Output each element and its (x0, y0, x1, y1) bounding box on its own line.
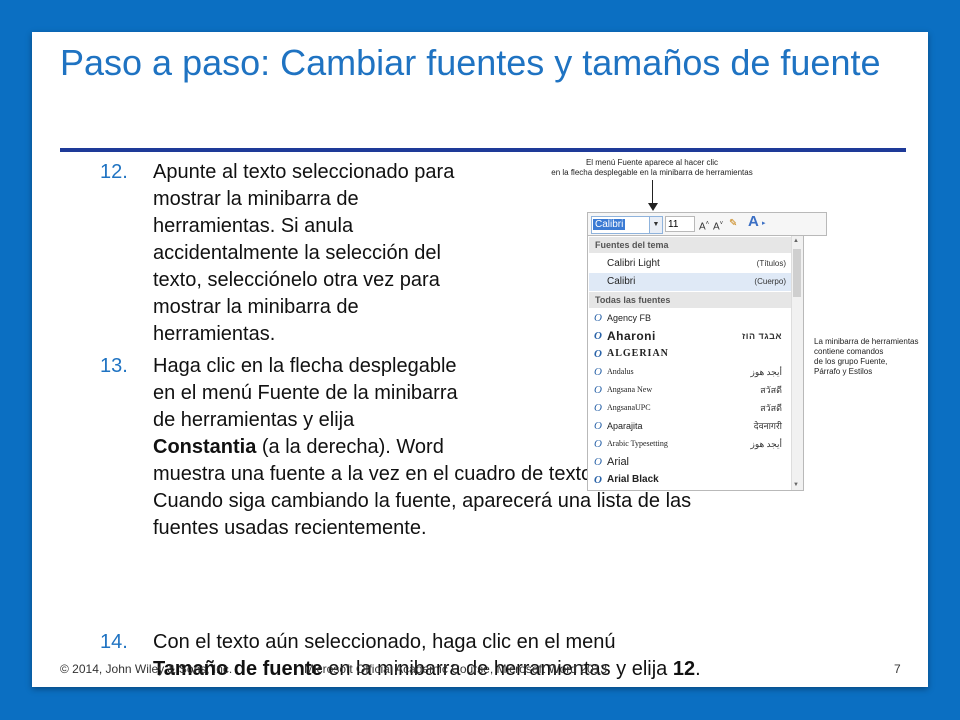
opentype-icon: O (594, 438, 602, 450)
step-number: 13. (100, 355, 128, 377)
font-dropdown-list: Fuentes del tema Calibri Light (Títulos) … (587, 235, 804, 491)
section-theme-fonts: Fuentes del tema (589, 237, 792, 253)
font-item-sample: أيجد هوز (750, 439, 782, 449)
opentype-icon: O (594, 402, 602, 414)
slide-title: Paso a paso: Cambiar fuentes y tamaños d… (60, 42, 881, 83)
list-scrollbar[interactable]: ▲ ▼ (791, 236, 803, 490)
opentype-icon: O (594, 366, 602, 378)
footer-page-number: 7 (894, 662, 901, 676)
font-dropdown-arrow-icon[interactable]: ▼ (649, 216, 663, 234)
font-item-arabic-typesetting[interactable]: O Arabic Typesetting أيجد هوز (589, 435, 792, 453)
mini-toolbar: Calibri ▼ 11 A˄ A˅ ✎ A ▸ (587, 212, 827, 236)
font-item-label: Calibri (607, 276, 636, 287)
text-line: Apunte al texto seleccionado para (153, 161, 455, 183)
text-fragment: (a la derecha). Word (256, 436, 444, 458)
font-item-sample: สวัสดี (760, 403, 782, 413)
title-divider (60, 148, 906, 152)
opentype-icon: O (594, 330, 603, 342)
font-item-angsanaupc[interactable]: O AngsanaUPC สวัสดี (589, 399, 792, 417)
caption-line: El menú Fuente aparece al hacer clic (585, 158, 719, 167)
font-item-angsana-new[interactable]: O Angsana New สวัสดี (589, 381, 792, 399)
text-fragment: . (695, 658, 701, 680)
caption-line: en la flecha desplegable en la minibarra… (551, 168, 753, 177)
font-item-arial[interactable]: O Arial (589, 453, 792, 471)
font-name-value: Calibri (593, 219, 626, 230)
font-name-box[interactable]: Calibri (591, 216, 651, 234)
caption-line: contiene comandos (814, 347, 884, 356)
step-number: 12. (100, 161, 128, 183)
font-item-andalus[interactable]: O Andalus أيجد هوز (589, 363, 792, 381)
opentype-icon: O (594, 348, 603, 360)
font-item-label: ALGERIAN (607, 348, 669, 359)
font-item-label: Calibri Light (607, 258, 660, 269)
opentype-icon: O (594, 312, 602, 324)
font-item-label: Aparajita (607, 421, 643, 431)
text-line: mostrar la minibarra de (153, 188, 359, 210)
font-item-calibri[interactable]: Calibri (Cuerpo) (589, 273, 792, 291)
bold-term: Constantia (153, 436, 257, 458)
format-painter-icon[interactable]: ✎ (729, 216, 737, 232)
caption-side: La minibarra de herramientas contiene co… (814, 337, 928, 377)
font-item-label: Aharoni (607, 329, 656, 343)
font-item-algerian[interactable]: O ALGERIAN (589, 345, 792, 363)
opentype-icon: O (594, 456, 602, 468)
font-item-tag: (Cuerpo) (754, 277, 786, 286)
caption-line: de los grupo Fuente, (814, 357, 888, 366)
scroll-up-icon[interactable]: ▲ (793, 238, 799, 244)
section-all-fonts: Todas las fuentes (589, 292, 792, 308)
opentype-icon: O (594, 420, 602, 432)
font-item-aharoni[interactable]: O Aharoni אבגד הוז (589, 327, 792, 345)
font-item-sample: สวัสดี (760, 385, 782, 395)
opentype-icon: O (594, 474, 602, 486)
font-item-label: Angsana New (607, 385, 653, 394)
caption-line: La minibarra de herramientas (814, 337, 919, 346)
slide: Paso a paso: Cambiar fuentes y tamaños d… (32, 32, 928, 687)
font-item-agency-fb[interactable]: O Agency FB (589, 309, 792, 327)
font-item-sample: أيجد هوز (750, 367, 782, 377)
font-item-label: Arial Black (607, 474, 659, 485)
arrow-head-icon (648, 203, 658, 211)
font-item-sample: देवनागरी (753, 421, 782, 431)
font-item-calibri-light[interactable]: Calibri Light (Títulos) (589, 255, 792, 273)
grow-font-icon[interactable]: A˄ (699, 216, 709, 232)
caption-top: El menú Fuente aparece al hacer clic en … (547, 158, 757, 178)
font-item-aparajita[interactable]: O Aparajita देवनागरी (589, 417, 792, 435)
font-item-tag: (Títulos) (756, 259, 786, 268)
font-item-label: Andalus (607, 367, 634, 376)
footer-copyright: © 2014, John Wiley & Sons, Inc. (60, 662, 233, 676)
font-item-label: Agency FB (607, 313, 652, 323)
shrink-font-icon[interactable]: A˅ (713, 216, 723, 232)
text-line: Con el texto aún seleccionado, haga clic… (153, 631, 616, 653)
footer-course: Microsoft Official Academic Course, Micr… (304, 662, 607, 676)
styles-icon[interactable]: A (748, 214, 759, 230)
scroll-down-icon[interactable]: ▼ (793, 482, 799, 488)
font-item-sample: אבגד הוז (741, 331, 782, 341)
font-item-label: Arial (607, 456, 630, 468)
opentype-icon: O (594, 384, 602, 396)
font-item-label: AngsanaUPC (607, 403, 651, 412)
font-size-value: 11 (668, 219, 679, 230)
caption-line: Párrafo y Estilos (814, 367, 873, 376)
font-item-arial-black[interactable]: O Arial Black (589, 471, 792, 489)
step-number: 14. (100, 631, 128, 653)
font-item-label: Arabic Typesetting (607, 439, 668, 448)
styles-arrow-icon[interactable]: ▸ (762, 216, 766, 232)
text-line: Cuando siga cambiando la fuente, aparece… (153, 490, 692, 512)
font-size-box[interactable]: 11 (665, 216, 695, 232)
scroll-thumb[interactable] (793, 249, 801, 297)
text-line: fuentes usadas recientemente. (153, 517, 427, 539)
bold-term: 12 (672, 658, 696, 680)
